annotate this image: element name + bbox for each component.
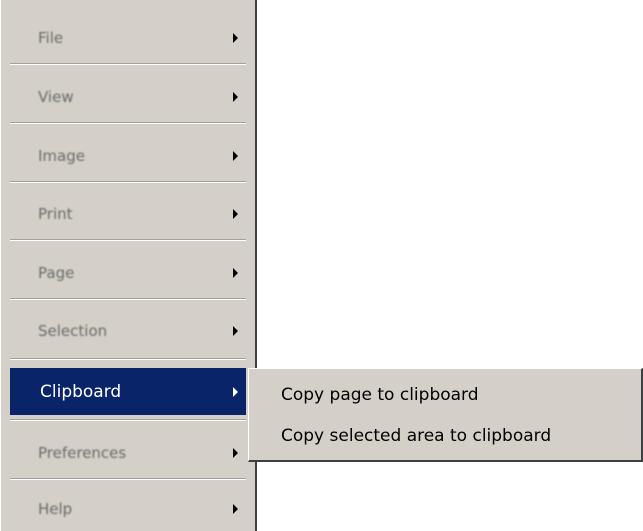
screen: File View Image Print Page Selection Cli… — [0, 0, 643, 531]
menu-item-label: Clipboard — [40, 381, 122, 402]
menu-separator — [10, 478, 246, 480]
menu-separator — [10, 419, 246, 421]
chevron-right-icon — [233, 448, 238, 458]
menu-item-help[interactable]: Help — [10, 484, 246, 531]
menu-separator — [10, 239, 246, 241]
context-menu: File View Image Print Page Selection Cli… — [0, 0, 257, 531]
menu-item-label: Page — [38, 264, 75, 282]
submenu-item-label: Copy selected area to clipboard — [281, 426, 552, 446]
menu-item-selection[interactable]: Selection — [10, 306, 246, 356]
menu-separator — [10, 122, 246, 124]
menu-item-print[interactable]: Print — [10, 189, 246, 239]
menu-separator — [10, 181, 246, 183]
submenu-item-label: Copy page to clipboard — [281, 385, 479, 405]
menu-item-label: Selection — [38, 322, 108, 340]
copy-selected-area-to-clipboard-item[interactable]: Copy selected area to clipboard — [249, 419, 639, 453]
menu-separator — [10, 63, 246, 65]
menu-item-label: View — [38, 88, 74, 106]
menu-item-file[interactable]: File — [10, 13, 246, 63]
menu-item-label: Help — [38, 500, 73, 518]
chevron-right-icon — [233, 33, 238, 43]
clipboard-submenu: Copy page to clipboard Copy selected are… — [248, 368, 643, 462]
chevron-right-icon — [233, 268, 238, 278]
copy-page-to-clipboard-item[interactable]: Copy page to clipboard — [249, 378, 639, 412]
menu-item-page[interactable]: Page — [10, 248, 246, 298]
menu-item-preferences[interactable]: Preferences — [10, 428, 246, 478]
chevron-right-icon — [233, 326, 238, 336]
menu-separator — [10, 358, 246, 360]
menu-item-label: Image — [38, 147, 85, 165]
chevron-right-icon — [233, 209, 238, 219]
menu-item-clipboard[interactable]: Clipboard — [10, 368, 246, 415]
chevron-right-icon — [233, 386, 238, 397]
menu-item-view[interactable]: View — [10, 72, 246, 122]
chevron-right-icon — [233, 151, 238, 161]
chevron-right-icon — [233, 504, 238, 514]
chevron-right-icon — [233, 92, 238, 102]
menu-separator — [10, 298, 246, 300]
menu-item-label: Preferences — [38, 444, 127, 462]
menu-item-label: Print — [38, 205, 73, 223]
menu-item-label: File — [38, 29, 64, 47]
menu-item-image[interactable]: Image — [10, 131, 246, 181]
